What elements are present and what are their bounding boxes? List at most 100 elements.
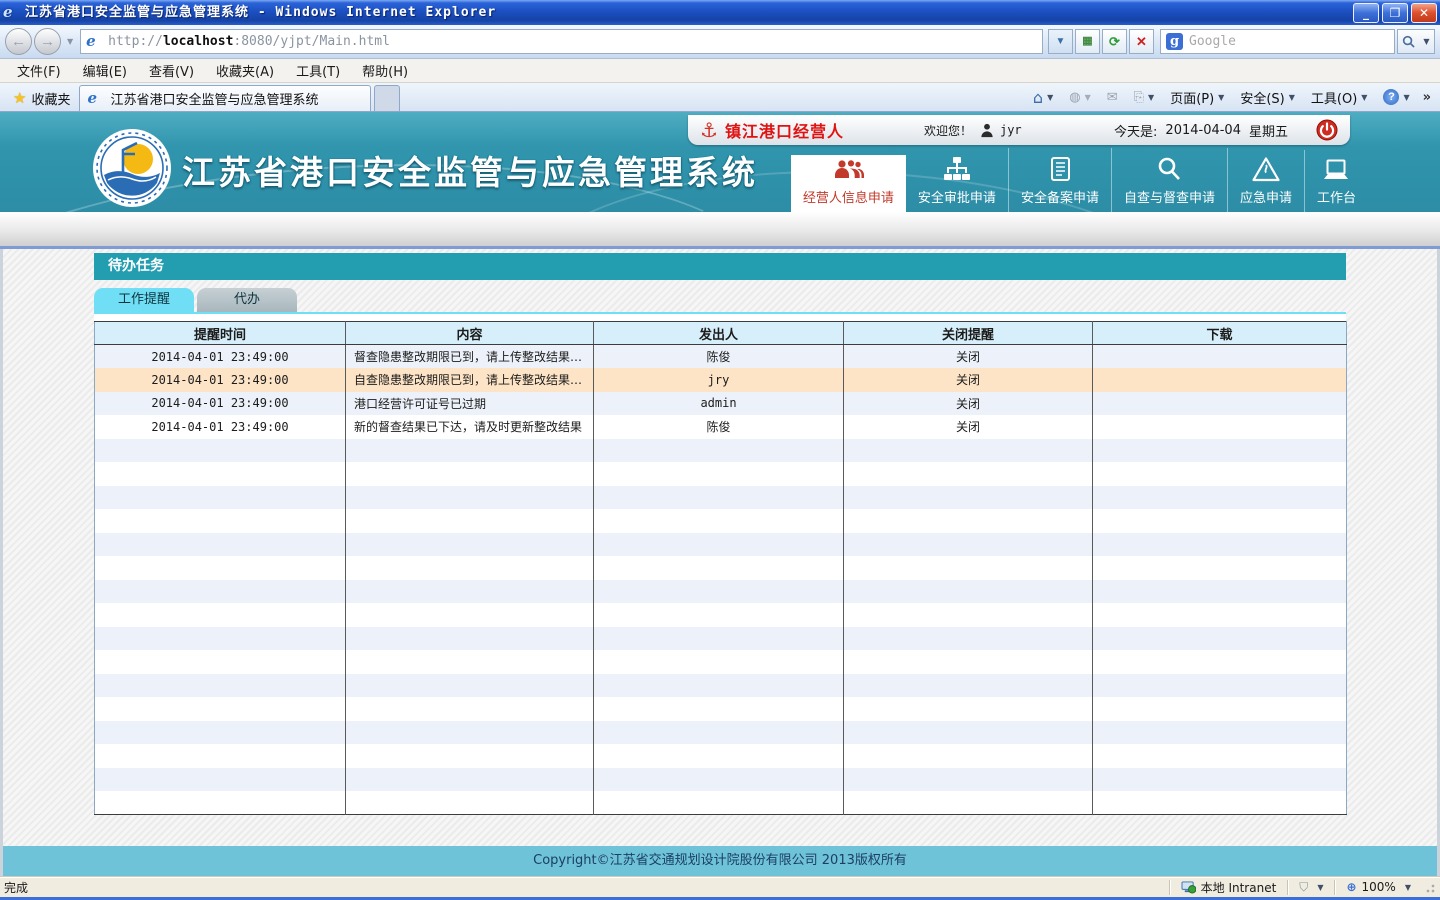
compatibility-view-button[interactable]: ▦	[1075, 29, 1100, 54]
column-header-4: 下载	[1093, 322, 1347, 345]
home-icon: ⌂	[1033, 88, 1043, 107]
nav-item-5[interactable]: 工作台	[1304, 150, 1368, 212]
back-button[interactable]: ←	[5, 28, 32, 55]
cell-content	[346, 674, 594, 698]
help-icon: ?	[1383, 89, 1399, 105]
cell-sender	[594, 603, 844, 627]
url-input[interactable]: e http://localhost:8080/yjpt/Main.html	[80, 29, 1043, 54]
nav-item-3[interactable]: 自查与督查申请	[1111, 148, 1227, 212]
tools-menu-button[interactable]: 工具(O)▼	[1303, 83, 1376, 111]
mail-icon: ✉	[1107, 90, 1118, 105]
cell-download	[1093, 533, 1347, 557]
nav-item-1[interactable]: 安全审批申请	[906, 148, 1008, 212]
nav-label: 工作台	[1317, 187, 1356, 206]
logout-button[interactable]	[1316, 119, 1338, 141]
safety-menu-button[interactable]: 安全(S)▼	[1232, 83, 1303, 111]
menu-item-2[interactable]: 查看(V)	[138, 58, 205, 83]
cell-sender	[594, 721, 844, 745]
search-input[interactable]: g Google	[1160, 29, 1395, 54]
menu-item-5[interactable]: 帮助(H)	[351, 58, 419, 83]
main-nav: 经营人信息申请安全审批申请安全备案申请自查与督查申请应急申请工作台	[791, 148, 1368, 212]
cell-close	[844, 439, 1093, 463]
nav-item-4[interactable]: 应急申请	[1227, 148, 1304, 212]
resize-grip[interactable]	[1423, 881, 1436, 894]
close-reminder-link[interactable]: 关闭	[956, 397, 980, 411]
magnifier-icon	[1156, 156, 1182, 182]
history-dropdown-icon[interactable]: ▼	[63, 37, 77, 46]
forward-button[interactable]: →	[34, 28, 61, 55]
cell-time: 2014-04-01 23:49:00	[95, 345, 346, 369]
close-button[interactable]: ✕	[1411, 3, 1437, 23]
power-icon	[1316, 119, 1338, 141]
cell-time	[95, 791, 346, 815]
table-row	[95, 462, 1347, 486]
table-row	[95, 486, 1347, 510]
column-header-1: 内容	[346, 322, 594, 345]
close-reminder-link[interactable]: 关闭	[956, 350, 980, 364]
cell-time	[95, 533, 346, 557]
url-rest: :8080/yjpt/Main.html	[233, 34, 390, 49]
read-mail-button[interactable]: ✉	[1099, 83, 1126, 111]
overflow-chevron-icon[interactable]: »	[1418, 90, 1436, 105]
table-row	[95, 603, 1347, 627]
zoom-control[interactable]: ⊕ 100%▼	[1342, 880, 1415, 894]
cell-close: 关闭	[844, 368, 1093, 392]
nav-item-0[interactable]: 经营人信息申请	[791, 155, 906, 212]
search-button[interactable]: ▼	[1397, 29, 1435, 54]
cell-time	[95, 439, 346, 463]
page-menu-button[interactable]: 页面(P)▼	[1162, 83, 1232, 111]
cell-sender	[594, 697, 844, 721]
home-button[interactable]: ⌂▼	[1025, 83, 1061, 111]
cell-time	[95, 580, 346, 604]
cell-sender	[594, 462, 844, 486]
close-reminder-link[interactable]: 关闭	[956, 420, 980, 434]
browser-tab[interactable]: e 江苏省港口安全监管与应急管理系统	[79, 85, 371, 111]
protected-mode-button[interactable]: ⛉▼	[1295, 880, 1327, 895]
cell-close	[844, 462, 1093, 486]
url-dropdown-button[interactable]: ▼	[1048, 29, 1073, 54]
cell-content	[346, 603, 594, 627]
cell-close	[844, 509, 1093, 533]
new-tab-stub[interactable]	[374, 85, 400, 111]
cell-close: 关闭	[844, 415, 1093, 439]
content-area: 待办任务 工作提醒代办 提醒时间内容发出人关闭提醒下载 2014-04-01 2…	[0, 249, 1440, 846]
task-tab-0[interactable]: 工作提醒	[94, 288, 194, 312]
menu-item-4[interactable]: 工具(T)	[285, 58, 351, 83]
cell-download	[1093, 368, 1347, 392]
cell-content	[346, 580, 594, 604]
cell-content	[346, 462, 594, 486]
cell-time	[95, 627, 346, 651]
minimize-button[interactable]: _	[1353, 3, 1379, 23]
cell-time	[95, 744, 346, 768]
cell-download	[1093, 415, 1347, 439]
cell-download	[1093, 486, 1347, 510]
tasks-panel: 待办任务 工作提醒代办 提醒时间内容发出人关闭提醒下载 2014-04-01 2…	[94, 253, 1346, 815]
cell-content	[346, 509, 594, 533]
anchor-icon: ⚓	[700, 120, 718, 140]
cell-close	[844, 674, 1093, 698]
cell-close	[844, 556, 1093, 580]
help-button[interactable]: ?▼	[1375, 83, 1417, 111]
cell-content: 自查隐患整改期限已到，请上传整改结果…	[346, 368, 594, 392]
feeds-button[interactable]: ◍▼	[1061, 83, 1099, 111]
search-dropdown-icon[interactable]: ▼	[1423, 37, 1429, 46]
nav-item-2[interactable]: 安全备案申请	[1008, 148, 1111, 212]
address-bar: ← → ▼ e http://localhost:8080/yjpt/Main.…	[0, 25, 1440, 59]
menu-item-3[interactable]: 收藏夹(A)	[205, 58, 285, 83]
current-date: 2014-04-04	[1165, 123, 1241, 138]
menu-item-1[interactable]: 编辑(E)	[72, 58, 138, 83]
column-header-2: 发出人	[594, 322, 844, 345]
menu-item-0[interactable]: 文件(F)	[6, 58, 72, 83]
cell-close	[844, 768, 1093, 792]
user-role: 镇江港口经营人	[725, 118, 844, 142]
restore-button[interactable]: ❐	[1382, 3, 1408, 23]
refresh-button[interactable]: ⟳	[1102, 29, 1127, 54]
page-favicon-icon: e	[86, 33, 104, 51]
cell-close	[844, 744, 1093, 768]
favorites-button[interactable]: ★ 收藏夹	[4, 85, 79, 111]
stop-button[interactable]: ✕	[1129, 29, 1154, 54]
task-tab-1[interactable]: 代办	[197, 288, 297, 312]
cell-time	[95, 697, 346, 721]
close-reminder-link[interactable]: 关闭	[956, 373, 980, 387]
print-button[interactable]: ⎘▼	[1126, 83, 1163, 111]
